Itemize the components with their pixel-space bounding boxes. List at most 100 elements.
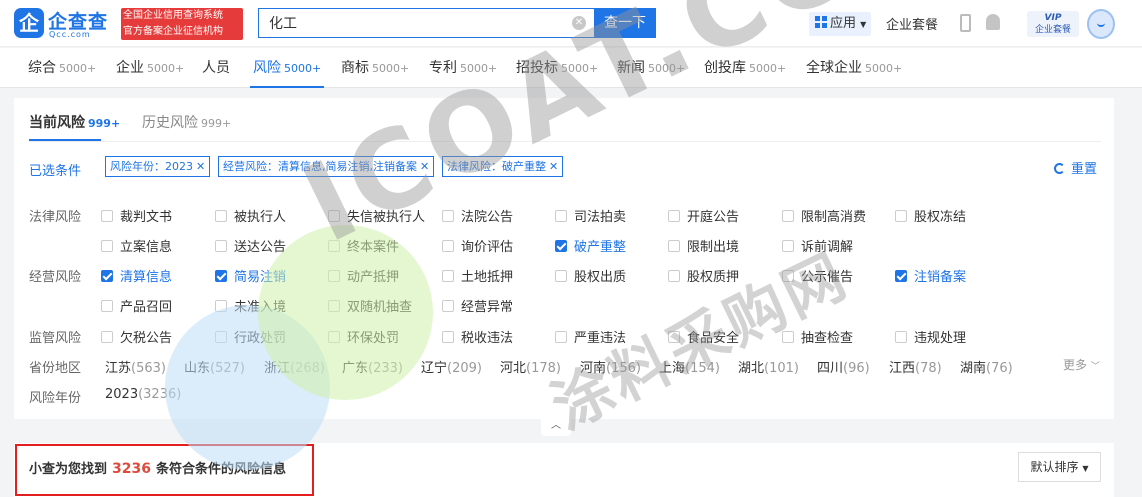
- option-random-check[interactable]: 双随机抽查: [328, 296, 412, 315]
- tab-news[interactable]: 新闻 5000+: [617, 48, 685, 88]
- remove-chip-icon[interactable]: ✕: [196, 160, 205, 173]
- chip-risk-year[interactable]: 风险年份：2023 ✕: [105, 156, 211, 177]
- option-price-evaluation[interactable]: 询价评估: [442, 236, 513, 255]
- checkbox[interactable]: [555, 240, 567, 252]
- checkbox[interactable]: [328, 210, 340, 222]
- checkbox[interactable]: [668, 240, 680, 252]
- option-equity-freeze[interactable]: 股权冻结: [895, 206, 966, 225]
- checkbox[interactable]: [442, 331, 454, 343]
- checkbox[interactable]: [101, 331, 113, 343]
- collapse-filters-chevron-up-icon[interactable]: ︿: [541, 418, 571, 436]
- option-serious-violation[interactable]: 严重违法: [555, 327, 626, 346]
- checkbox[interactable]: [442, 210, 454, 222]
- option-dishonest-executed[interactable]: 失信被执行人: [328, 206, 425, 225]
- vip-badge[interactable]: VIP 企业套餐: [1027, 11, 1079, 37]
- checkbox[interactable]: [442, 240, 454, 252]
- region-guangdong[interactable]: 广东(233): [342, 357, 403, 376]
- reset-button[interactable]: 重置: [1054, 158, 1097, 177]
- checkbox[interactable]: [782, 240, 794, 252]
- enterprise-suite-link[interactable]: 企业套餐: [886, 14, 938, 33]
- region-shanghai[interactable]: 上海(154): [659, 357, 720, 376]
- checkbox[interactable]: [101, 240, 113, 252]
- search-input[interactable]: [259, 9, 559, 37]
- option-entry-denied[interactable]: 未准入境: [215, 296, 286, 315]
- remove-chip-icon[interactable]: ✕: [549, 160, 558, 173]
- checkbox[interactable]: [328, 300, 340, 312]
- option-stock-pledge[interactable]: 股权质押: [668, 266, 739, 285]
- checkbox[interactable]: [782, 270, 794, 282]
- tab-global-company[interactable]: 全球企业 5000+: [806, 48, 902, 88]
- option-public-notice[interactable]: 公示催告: [782, 266, 853, 285]
- remove-chip-icon[interactable]: ✕: [420, 160, 429, 173]
- option-cancel-record[interactable]: 注销备案: [895, 266, 966, 285]
- qcc-logo[interactable]: 企 企查查 Qcc.com: [14, 7, 118, 41]
- option-case-filing[interactable]: 立案信息: [101, 236, 172, 255]
- option-pre-litigation[interactable]: 诉前调解: [782, 236, 853, 255]
- option-abnormal-operation[interactable]: 经营异常: [442, 296, 513, 315]
- checkbox[interactable]: [328, 270, 340, 282]
- region-jiangsu[interactable]: 江苏(563): [105, 357, 166, 376]
- checkbox[interactable]: [215, 300, 227, 312]
- option-tax-violation[interactable]: 税收违法: [442, 327, 513, 346]
- checkbox[interactable]: [215, 270, 227, 282]
- sort-dropdown[interactable]: 默认排序 ▼: [1018, 452, 1101, 482]
- checkbox[interactable]: [555, 331, 567, 343]
- option-judicial-auction[interactable]: 司法拍卖: [555, 206, 626, 225]
- option-food-safety[interactable]: 食品安全: [668, 327, 739, 346]
- tab-current-risk[interactable]: 当前风险 999+: [29, 112, 120, 132]
- option-liquidation[interactable]: 清算信息: [101, 266, 172, 285]
- chip-legal-risk[interactable]: 法律风险：破产重整 ✕: [442, 156, 564, 177]
- region-henan[interactable]: 河南(156): [580, 357, 641, 376]
- checkbox[interactable]: [101, 270, 113, 282]
- apps-menu-button[interactable]: 应用 ▼: [809, 12, 871, 36]
- checkbox[interactable]: [555, 270, 567, 282]
- more-regions-button[interactable]: 更多 ﹀: [1063, 356, 1100, 373]
- option-admin-penalty[interactable]: 行政处罚: [215, 327, 286, 346]
- checkbox[interactable]: [442, 300, 454, 312]
- checkbox[interactable]: [328, 331, 340, 343]
- region-hunan[interactable]: 湖南(76): [960, 357, 1013, 376]
- tab-patent[interactable]: 专利 5000+: [429, 48, 497, 88]
- option-hearing-notice[interactable]: 开庭公告: [668, 206, 739, 225]
- option-bankruptcy-reorg[interactable]: 破产重整: [555, 236, 626, 255]
- search-button[interactable]: 查一下: [594, 8, 656, 38]
- region-jiangxi[interactable]: 江西(78): [889, 357, 942, 376]
- checkbox[interactable]: [668, 270, 680, 282]
- year-option-2023[interactable]: 2023(3236): [105, 387, 181, 402]
- option-final-case[interactable]: 终本案件: [328, 236, 399, 255]
- checkbox[interactable]: [555, 210, 567, 222]
- region-zhejiang[interactable]: 浙江(268): [264, 357, 325, 376]
- tab-bidding[interactable]: 招投标 5000+: [516, 48, 598, 88]
- option-spot-check[interactable]: 抽查检查: [782, 327, 853, 346]
- option-judgment-docs[interactable]: 裁判文书: [101, 206, 172, 225]
- notification-bell-icon[interactable]: [986, 14, 1000, 30]
- clear-search-icon[interactable]: ✕: [572, 16, 586, 30]
- checkbox[interactable]: [895, 331, 907, 343]
- region-liaoning[interactable]: 辽宁(209): [421, 357, 482, 376]
- region-hebei[interactable]: 河北(178): [500, 357, 561, 376]
- option-chattel-mortgage[interactable]: 动产抵押: [328, 266, 399, 285]
- user-avatar[interactable]: [1087, 9, 1115, 39]
- tab-comprehensive[interactable]: 综合 5000+: [28, 48, 96, 88]
- option-exit-limit[interactable]: 限制出境: [668, 236, 739, 255]
- checkbox[interactable]: [215, 331, 227, 343]
- option-service-notice[interactable]: 送达公告: [215, 236, 286, 255]
- tab-company[interactable]: 企业 5000+: [116, 48, 184, 88]
- checkbox[interactable]: [215, 210, 227, 222]
- chip-business-risk[interactable]: 经营风险：清算信息,简易注销,注销备案 ✕: [218, 156, 435, 177]
- option-env-penalty[interactable]: 环保处罚: [328, 327, 399, 346]
- option-product-recall[interactable]: 产品召回: [101, 296, 172, 315]
- mobile-app-icon[interactable]: [960, 14, 971, 32]
- option-court-notice[interactable]: 法院公告: [442, 206, 513, 225]
- option-land-mortgage[interactable]: 土地抵押: [442, 266, 513, 285]
- checkbox[interactable]: [215, 240, 227, 252]
- option-violation-handling[interactable]: 违规处理: [895, 327, 966, 346]
- checkbox[interactable]: [895, 270, 907, 282]
- checkbox[interactable]: [101, 210, 113, 222]
- tab-venture[interactable]: 创投库 5000+: [704, 48, 786, 88]
- option-executed-person[interactable]: 被执行人: [215, 206, 286, 225]
- checkbox[interactable]: [101, 300, 113, 312]
- option-simple-cancel[interactable]: 简易注销: [215, 266, 286, 285]
- option-equity-pledge[interactable]: 股权出质: [555, 266, 626, 285]
- checkbox[interactable]: [328, 240, 340, 252]
